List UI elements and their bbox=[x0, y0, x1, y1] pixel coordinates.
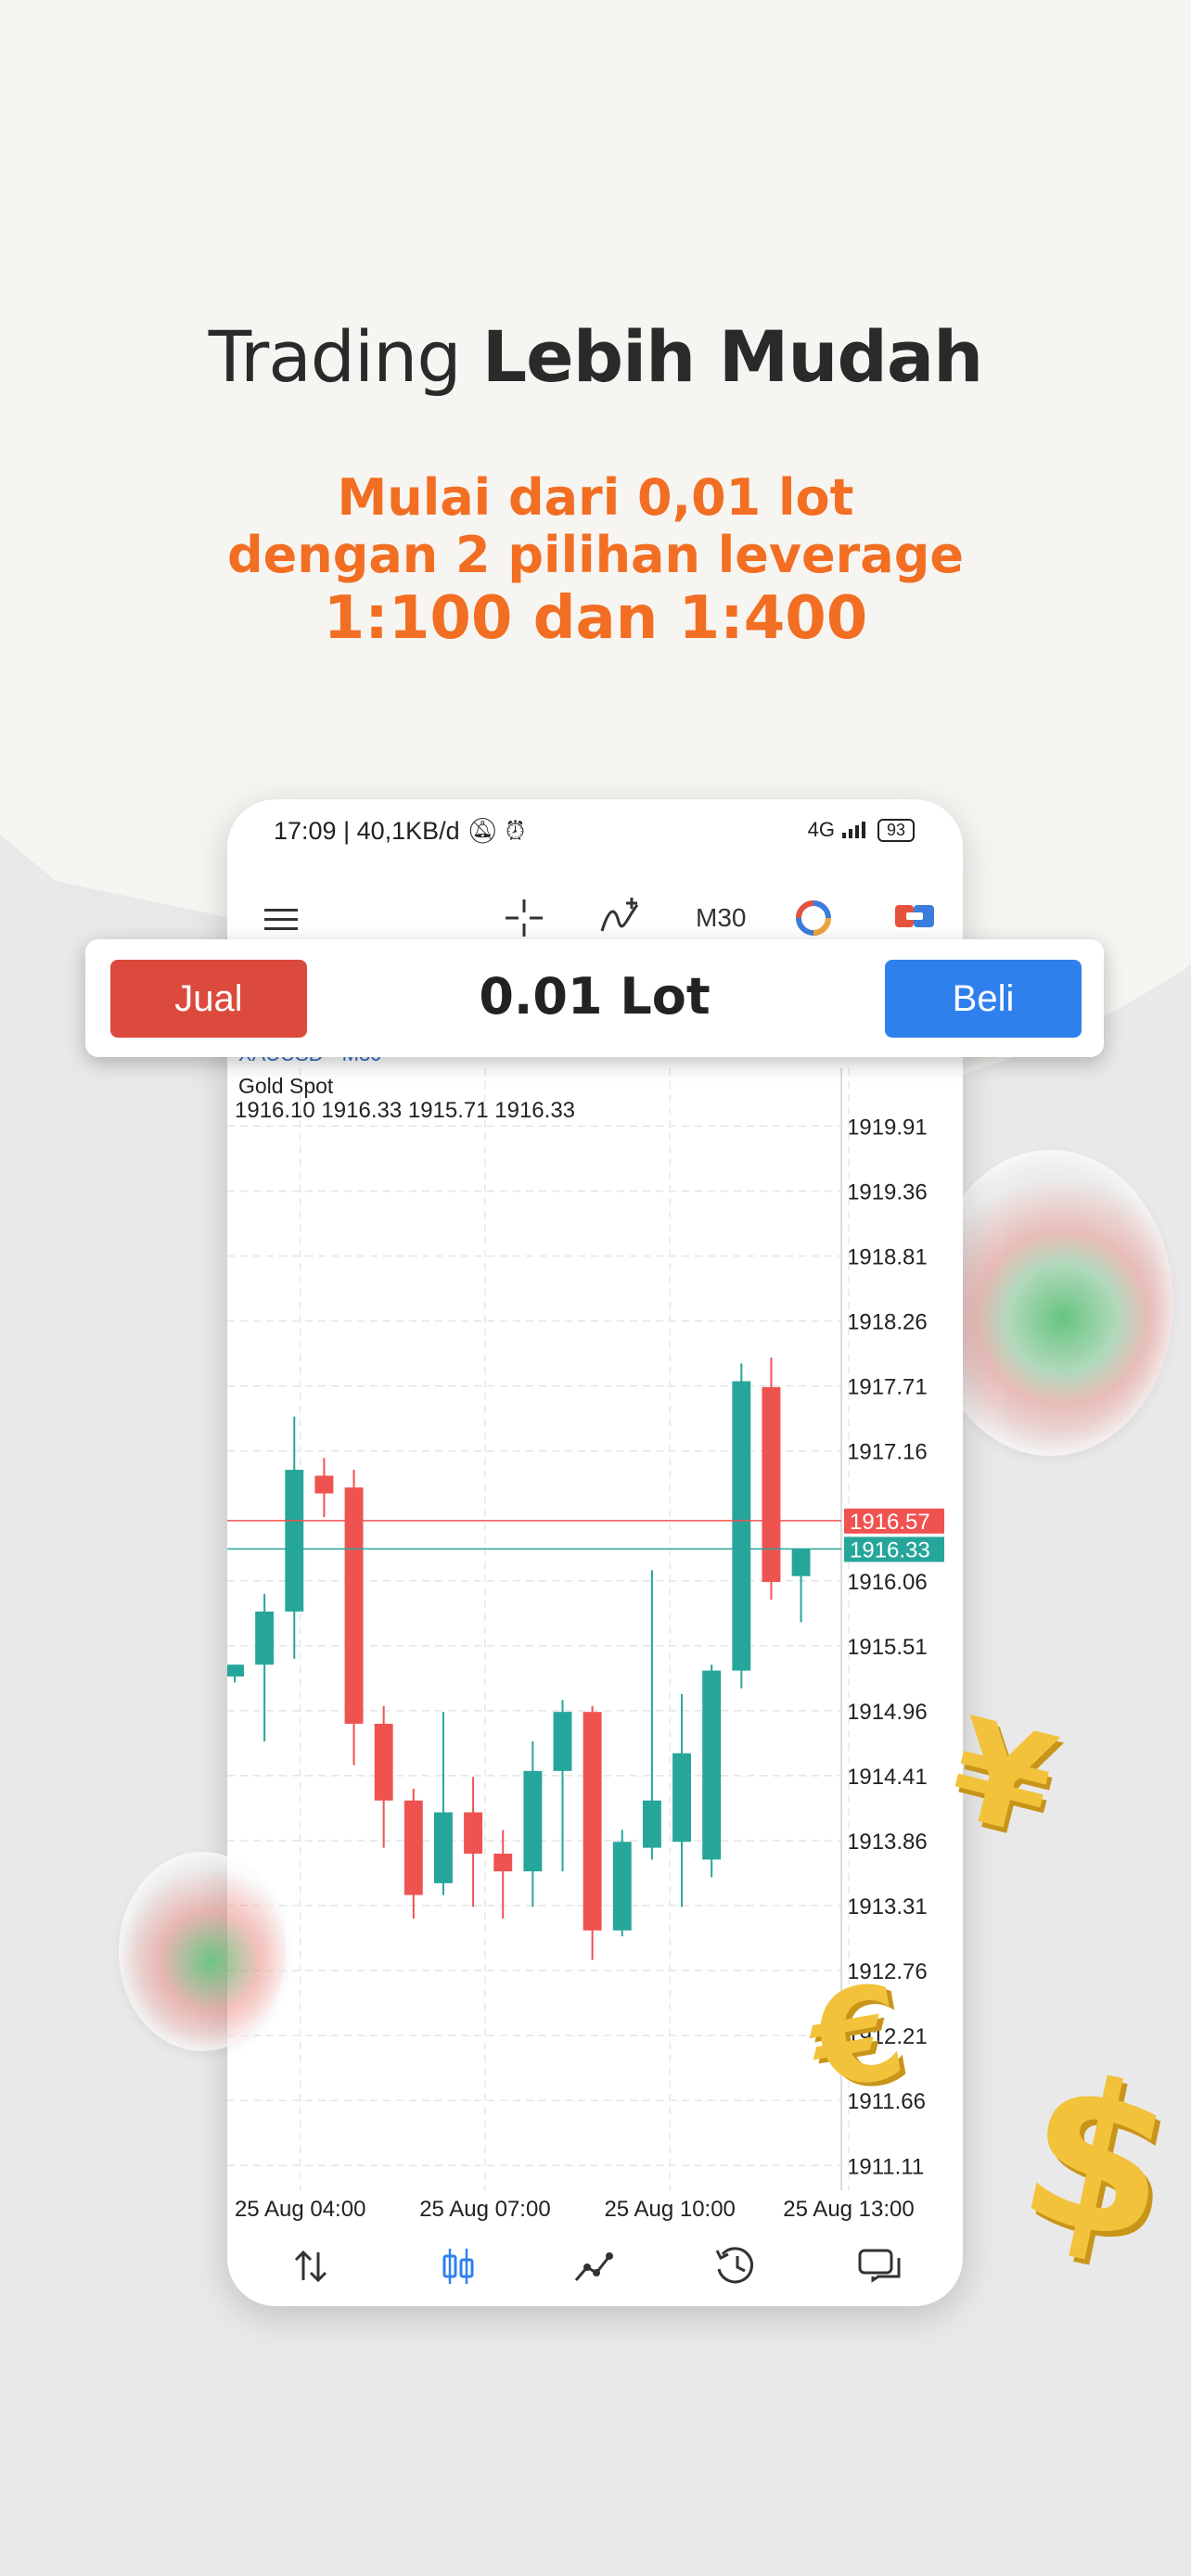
price-axis-label: 1914.96 bbox=[847, 1700, 928, 1725]
candle-body bbox=[762, 1386, 781, 1583]
candle-body bbox=[732, 1381, 751, 1671]
price-axis-label: 1913.86 bbox=[847, 1830, 928, 1855]
bottom-nav bbox=[227, 2232, 963, 2306]
candle-body bbox=[493, 1854, 513, 1872]
bid-price-label: 1916.33 bbox=[850, 1537, 930, 1562]
decorative-bubble bbox=[119, 1852, 286, 2051]
candle-body bbox=[791, 1549, 811, 1576]
subtitle-line-1: Mulai dari 0,01 lot bbox=[337, 468, 854, 527]
trade-icon[interactable] bbox=[569, 2243, 624, 2289]
yen-icon: ¥ ¥ bbox=[946, 1702, 1067, 1859]
price-axis-label: 1919.91 bbox=[847, 1115, 928, 1140]
svg-text:$: $ bbox=[1025, 2054, 1173, 2267]
chart-ohlc: 1916.10 1916.33 1915.71 1916.33 bbox=[235, 1098, 576, 1123]
candle-body bbox=[642, 1800, 661, 1848]
candle-body bbox=[227, 1664, 244, 1677]
candle-body bbox=[374, 1723, 393, 1801]
dollar-icon: $ $ bbox=[1025, 2054, 1173, 2267]
trade-bar: Jual 0.01 Lot Beli bbox=[85, 939, 1104, 1057]
candle-body bbox=[612, 1842, 632, 1931]
buy-button[interactable]: Beli bbox=[885, 960, 1082, 1038]
messages-icon[interactable] bbox=[854, 2243, 910, 2289]
quotes-icon[interactable] bbox=[283, 2243, 339, 2289]
chart-icon[interactable] bbox=[429, 2243, 485, 2289]
price-axis-label: 1917.16 bbox=[847, 1440, 928, 1465]
price-axis-label: 1918.81 bbox=[847, 1245, 928, 1270]
candle-body bbox=[314, 1475, 334, 1494]
price-axis-label: 1916.06 bbox=[847, 1570, 928, 1595]
ask-price-label: 1916.57 bbox=[850, 1510, 930, 1535]
price-axis-label: 1919.36 bbox=[847, 1180, 928, 1205]
time-axis-label: 25 Aug 04:00 bbox=[235, 2197, 365, 2222]
candle-body bbox=[285, 1470, 304, 1612]
subtitle-line-2: dengan 2 pilihan leverage bbox=[226, 526, 965, 584]
decorative-bubble bbox=[928, 1150, 1173, 1456]
time-axis-label: 25 Aug 07:00 bbox=[419, 2197, 550, 2222]
price-axis-label: 1917.71 bbox=[847, 1375, 928, 1400]
time-axis-label: 25 Aug 13:00 bbox=[783, 2197, 914, 2222]
svg-text:¥: ¥ bbox=[946, 1702, 1067, 1859]
candle-body bbox=[464, 1812, 483, 1854]
history-icon[interactable] bbox=[710, 2243, 765, 2289]
time-axis-label: 25 Aug 10:00 bbox=[604, 2197, 735, 2222]
page-title: Trading Lebih Mudah bbox=[208, 315, 984, 398]
candle-body bbox=[672, 1753, 692, 1843]
price-axis-label: 1914.41 bbox=[847, 1765, 928, 1790]
price-axis-label: 1915.51 bbox=[847, 1635, 928, 1660]
candle-body bbox=[702, 1670, 722, 1860]
candle-body bbox=[553, 1712, 572, 1771]
sell-button[interactable]: Jual bbox=[110, 960, 307, 1038]
chart-symbol-name: Gold Spot bbox=[238, 1074, 334, 1098]
price-axis-label: 1911.11 bbox=[847, 2154, 924, 2179]
euro-icon: € € bbox=[800, 1975, 920, 2105]
price-axis-label: 1913.31 bbox=[847, 1894, 928, 1919]
candle-body bbox=[523, 1770, 543, 1872]
candle-body bbox=[403, 1800, 423, 1895]
subtitle-line-3: 1:100 dan 1:400 bbox=[323, 584, 868, 653]
candle-body bbox=[255, 1611, 275, 1665]
candle-body bbox=[344, 1487, 364, 1724]
price-axis-label: 1918.26 bbox=[847, 1310, 928, 1335]
candle-body bbox=[433, 1812, 453, 1883]
candle-body bbox=[583, 1712, 602, 1931]
